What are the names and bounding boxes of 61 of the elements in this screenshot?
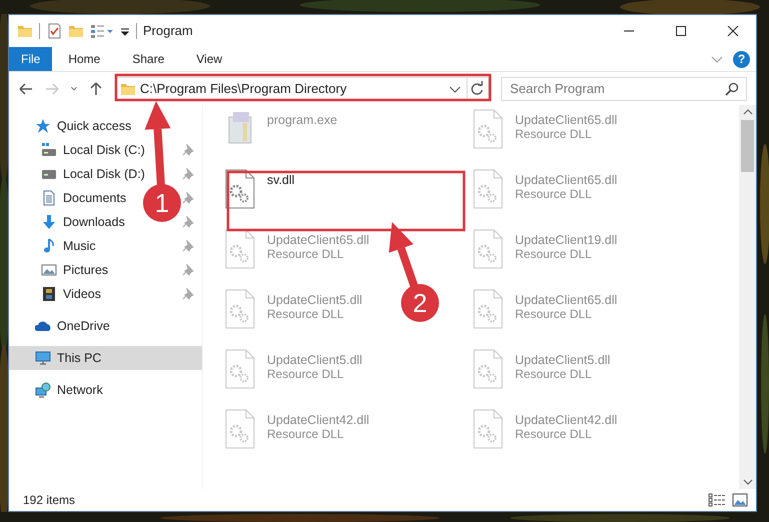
sidebar-item[interactable]: Downloads (41, 210, 125, 234)
dll-file-icon (225, 409, 255, 449)
sidebar-item[interactable]: Local Disk (C:) (41, 138, 145, 162)
download-icon (41, 214, 57, 230)
help-button[interactable]: ? (733, 50, 750, 68)
address-bar[interactable]: C:\Program Files\Program Directory (115, 76, 489, 100)
pin-icon[interactable] (182, 192, 194, 204)
step-badge: 1 (143, 184, 181, 222)
sidebar-item[interactable]: Network (35, 378, 103, 402)
dll-file-icon (225, 349, 255, 389)
ribbon-tab[interactable]: View (180, 47, 238, 71)
search-icon (725, 82, 739, 96)
checklist-icon[interactable] (46, 23, 62, 39)
arrow (388, 222, 418, 288)
sidebar-item[interactable]: Videos (41, 282, 101, 306)
dll-file-icon (473, 349, 503, 389)
dll-file-icon (225, 229, 255, 269)
properties-icon[interactable] (90, 23, 114, 39)
scrollbar-thumb[interactable] (741, 120, 754, 172)
dll-file-icon (225, 289, 255, 329)
dll-file-icon (473, 109, 503, 149)
window-title: Program (143, 22, 194, 40)
folder-icon (17, 23, 33, 39)
picture-icon (41, 262, 57, 278)
star-icon (35, 118, 51, 134)
dll-file-icon (473, 229, 503, 269)
sidebar-item[interactable]: OneDrive (35, 314, 110, 338)
dll-file-icon (473, 169, 503, 209)
details-view-icon[interactable] (708, 493, 726, 507)
step-badge: 2 (401, 284, 439, 322)
pin-icon[interactable] (182, 240, 194, 252)
sidebar-item[interactable]: Local Disk (D:) (41, 162, 145, 186)
document-icon (41, 190, 57, 206)
dll-file-icon (473, 409, 503, 449)
large-icons-view-icon[interactable] (732, 493, 748, 507)
sidebar-item[interactable]: Music (41, 234, 96, 258)
music-note-icon (41, 238, 57, 254)
back-arrow-icon[interactable] (18, 80, 34, 96)
pin-icon[interactable] (182, 216, 194, 228)
ribbon-tab[interactable]: Share (116, 47, 180, 71)
sidebar-item[interactable]: This PC (35, 346, 102, 370)
pin-icon[interactable] (182, 264, 194, 276)
drive-icon (41, 142, 57, 158)
monitor-icon (35, 350, 51, 366)
item-count: 192 items (23, 492, 76, 509)
sidebar-item[interactable]: Pictures (41, 258, 108, 282)
ribbon-tab[interactable]: Home (52, 47, 116, 71)
pin-icon[interactable] (182, 144, 194, 156)
up-arrow-icon[interactable] (88, 80, 104, 96)
close-icon[interactable] (727, 26, 739, 36)
network-icon (35, 382, 51, 398)
pin-icon[interactable] (182, 168, 194, 180)
pin-icon[interactable] (182, 288, 194, 300)
file-item[interactable]: sv.dll (225, 169, 295, 209)
file-tab[interactable]: File (9, 47, 52, 71)
sidebar-item[interactable]: Quick access (35, 114, 132, 138)
dll-file-icon (473, 289, 503, 329)
sidebar-item[interactable]: Documents (41, 186, 126, 210)
film-icon (41, 286, 57, 302)
search-field[interactable]: Search Program (501, 76, 747, 100)
maximize-icon[interactable] (675, 26, 687, 36)
